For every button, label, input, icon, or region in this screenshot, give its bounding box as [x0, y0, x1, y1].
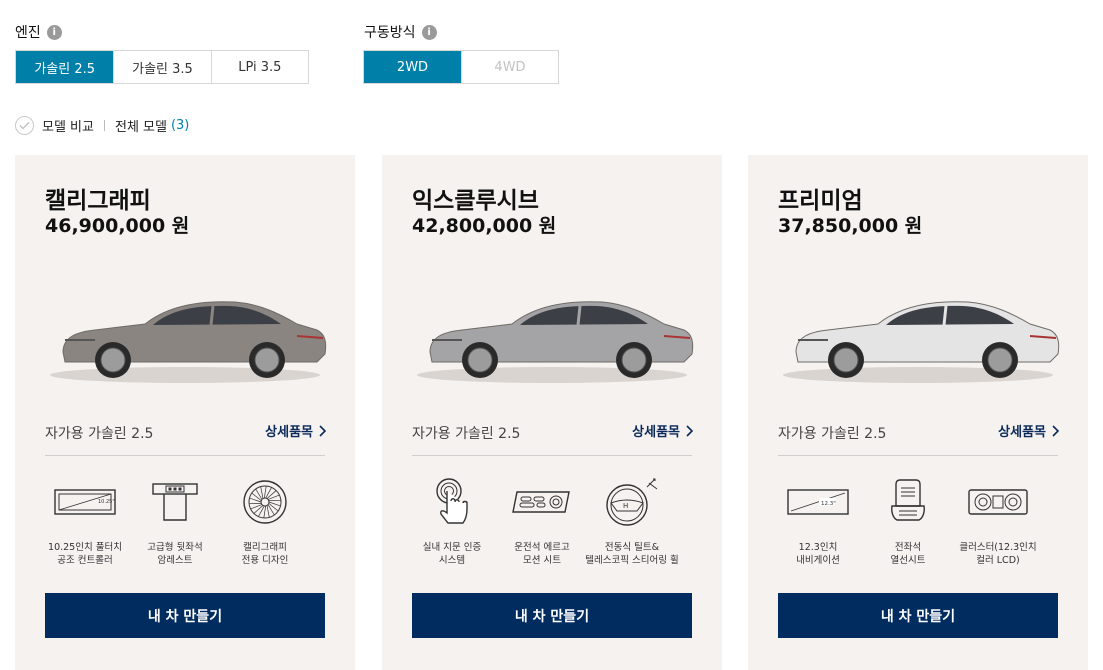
- drive-selector: 2WD 4WD: [363, 50, 559, 84]
- feature-line-1: 고급형 뒷좌석: [147, 542, 203, 553]
- engine-option-gasoline-3-5[interactable]: 가솔린 3.5: [113, 51, 210, 83]
- feature-line-1: 전동식 틸트&: [604, 542, 660, 553]
- detail-link[interactable]: 상세품목: [265, 421, 327, 440]
- car-image: [768, 280, 1068, 390]
- build-my-car-button[interactable]: 내 차 만들기: [778, 593, 1058, 638]
- chevron-right-icon: [319, 424, 327, 437]
- drive-option-2wd[interactable]: 2WD: [364, 51, 461, 83]
- divider: [103, 120, 105, 131]
- detail-link[interactable]: 상세품목: [632, 421, 694, 440]
- detail-link[interactable]: 상세품목: [998, 421, 1060, 440]
- model-card-exclusive: 익스클루시브 42,800,000 원 자가용 가솔린 2.5 상세품목 실내 …: [382, 155, 722, 670]
- divider: [45, 455, 325, 456]
- svg-text:10.25": 10.25": [98, 499, 115, 505]
- feature-line-1: 운전석 에르고: [514, 542, 570, 553]
- feature-text: 고급형 뒷좌석 암레스트: [125, 541, 225, 567]
- trim-subtitle: 자가용 가솔린 2.5: [778, 426, 887, 442]
- model-name: 캘리그래피: [45, 188, 151, 214]
- model-card-calligraphy: 캘리그래피 46,900,000 원 자가용 가솔린 2.5 상세품목 10.2…: [15, 155, 355, 670]
- feature-line-2: 텔레스코픽 스티어링 휠: [585, 555, 679, 566]
- engine-option-lpi-3-5[interactable]: LPi 3.5: [210, 51, 308, 83]
- wheel-icon: [215, 477, 315, 527]
- cluster-icon: [948, 477, 1048, 527]
- feature-line-1: 클러스터(12.3인치: [959, 542, 1037, 553]
- model-price: 37,850,000 원: [778, 215, 923, 237]
- compare-label[interactable]: 모델 비교: [42, 116, 94, 135]
- drive-label: 구동방식: [364, 25, 416, 41]
- feature-text: 12.3인치 내비게이션: [768, 541, 868, 567]
- feature-item: 10.25" 10.25인치 풀터치 공조 컨트롤러: [35, 477, 135, 567]
- feature-line-1: 실내 지문 인증: [422, 542, 482, 553]
- feature-line-2: 열선시트: [890, 555, 926, 566]
- feature-item: 클러스터(12.3인치 컬러 LCD): [948, 477, 1048, 567]
- svg-text:12.3": 12.3": [821, 501, 836, 507]
- seat-control-icon: [492, 477, 592, 527]
- car-image: [35, 280, 335, 390]
- feature-text: 전동식 틸트& 텔레스코픽 스티어링 휠: [582, 541, 682, 567]
- drive-label-group: 구동방식 i: [364, 22, 437, 42]
- feature-text: 실내 지문 인증 시스템: [402, 541, 502, 567]
- feature-line-2: 암레스트: [157, 555, 193, 566]
- feature-item: 전좌석 열선시트: [858, 477, 958, 567]
- feature-text: 10.25인치 풀터치 공조 컨트롤러: [35, 541, 135, 567]
- feature-text: 전좌석 열선시트: [858, 541, 958, 567]
- model-name: 익스클루시브: [412, 188, 539, 214]
- feature-item: 운전석 에르고 모션 시트: [492, 477, 592, 567]
- feature-text: 운전석 에르고 모션 시트: [492, 541, 592, 567]
- feature-item: 고급형 뒷좌석 암레스트: [125, 477, 225, 567]
- engine-option-gasoline-2-5[interactable]: 가솔린 2.5: [16, 51, 114, 83]
- feature-line-2: 전용 디자인: [241, 555, 289, 566]
- model-name: 프리미엄: [778, 188, 863, 214]
- info-icon[interactable]: i: [421, 24, 437, 40]
- feature-line-2: 컬러 LCD): [976, 555, 1020, 566]
- build-my-car-button[interactable]: 내 차 만들기: [412, 593, 692, 638]
- divider: [412, 455, 692, 456]
- check-icon: [19, 122, 30, 130]
- compare-checkbox[interactable]: [15, 116, 34, 135]
- all-models-label[interactable]: 전체 모델: [115, 116, 167, 135]
- detail-link-label: 상세품목: [632, 425, 680, 440]
- svg-text:H: H: [623, 502, 628, 510]
- feature-item: 12.3" 12.3인치 내비게이션: [768, 477, 868, 567]
- build-my-car-button[interactable]: 내 차 만들기: [45, 593, 325, 638]
- compare-row: 모델 비교 전체 모델 (3): [15, 116, 189, 135]
- feature-line-2: 내비게이션: [796, 555, 840, 566]
- model-count: (3): [170, 118, 190, 133]
- info-icon[interactable]: i: [46, 24, 62, 40]
- engine-label: 엔진: [15, 25, 41, 41]
- model-price: 42,800,000 원: [412, 215, 557, 237]
- trim-subtitle: 자가용 가솔린 2.5: [412, 426, 521, 442]
- feature-line-2: 공조 컨트롤러: [57, 555, 113, 566]
- chevron-right-icon: [686, 424, 694, 437]
- feature-item: H 전동식 틸트& 텔레스코픽 스티어링 휠: [582, 477, 682, 567]
- feature-line-1: 10.25인치 풀터치: [48, 542, 122, 553]
- feature-line-2: 모션 시트: [523, 555, 561, 566]
- engine-selector: 가솔린 2.5 가솔린 3.5 LPi 3.5: [15, 50, 309, 84]
- divider: [778, 455, 1058, 456]
- heated-seat-icon: [858, 477, 958, 527]
- feature-line-1: 12.3인치: [798, 542, 838, 553]
- feature-line-1: 캘리그래피: [243, 542, 287, 553]
- touch-screen-icon: 10.25": [35, 477, 135, 527]
- chevron-right-icon: [1052, 424, 1060, 437]
- detail-link-label: 상세품목: [998, 425, 1046, 440]
- engine-label-group: 엔진 i: [15, 22, 62, 42]
- detail-link-label: 상세품목: [265, 425, 313, 440]
- feature-line-2: 시스템: [438, 555, 466, 566]
- feature-text: 클러스터(12.3인치 컬러 LCD): [948, 541, 1048, 567]
- feature-item: 캘리그래피 전용 디자인: [215, 477, 315, 567]
- feature-line-1: 전좌석: [894, 542, 922, 553]
- model-price: 46,900,000 원: [45, 215, 190, 237]
- car-image: [402, 280, 702, 390]
- steering-wheel-icon: H: [582, 477, 682, 527]
- navigation-screen-icon: 12.3": [768, 477, 868, 527]
- feature-text: 캘리그래피 전용 디자인: [215, 541, 315, 567]
- trim-subtitle: 자가용 가솔린 2.5: [45, 426, 154, 442]
- rear-armrest-icon: [125, 477, 225, 527]
- fingerprint-icon: [402, 477, 502, 527]
- feature-item: 실내 지문 인증 시스템: [402, 477, 502, 567]
- model-card-premium: 프리미엄 37,850,000 원 자가용 가솔린 2.5 상세품목 12.3"…: [748, 155, 1088, 670]
- drive-option-4wd[interactable]: 4WD: [461, 51, 558, 83]
